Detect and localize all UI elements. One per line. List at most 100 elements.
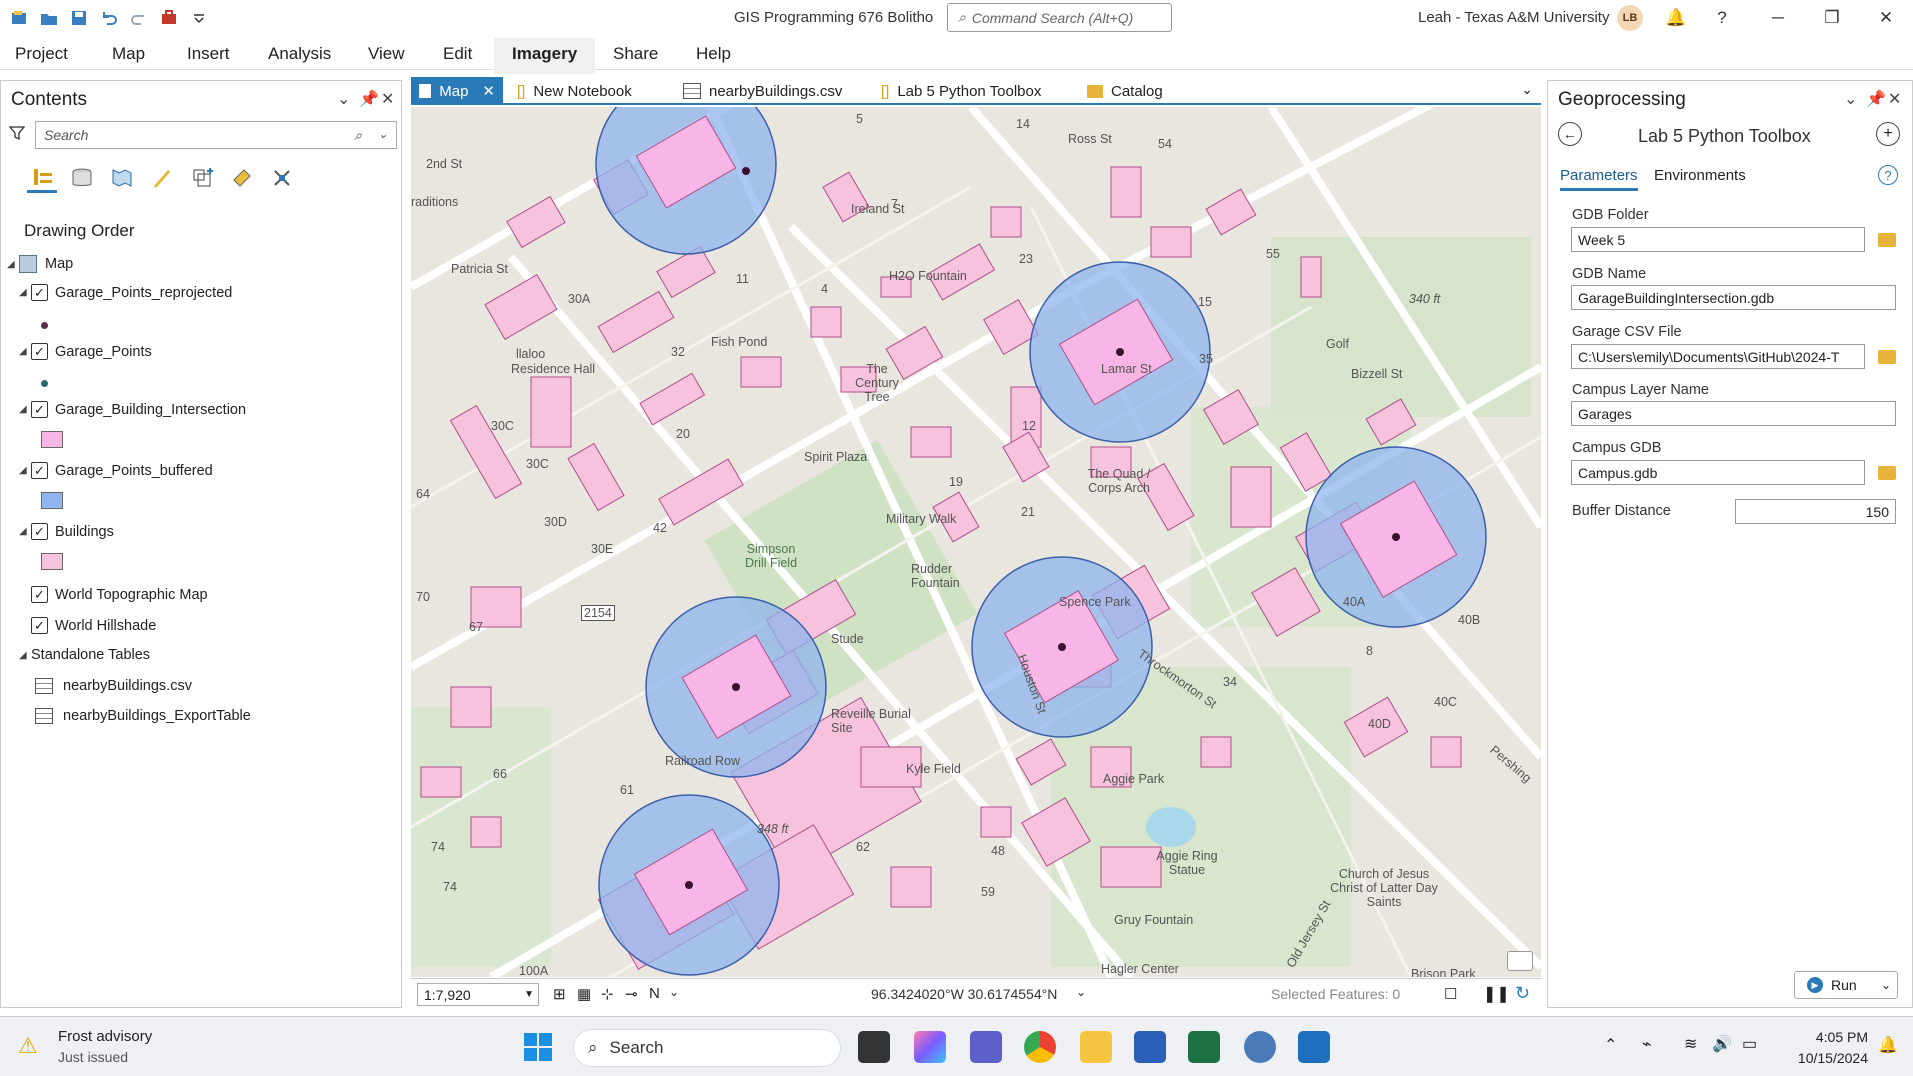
layer-row-world-topographic-map[interactable]: ✓ World Topographic Map bbox=[31, 586, 208, 603]
garage-csv-file-field[interactable]: C:\Users\emily\Documents\GitHub\2024-T bbox=[1571, 344, 1865, 369]
constraints-icon[interactable]: ⊸ bbox=[625, 985, 638, 1003]
menu-share[interactable]: Share bbox=[613, 44, 658, 64]
layer-visibility-checkbox[interactable]: ✓ bbox=[31, 343, 48, 360]
pane-options-icon[interactable]: ⌄ bbox=[1844, 89, 1857, 109]
layer-visibility-checkbox[interactable]: ✓ bbox=[31, 401, 48, 418]
pin-icon[interactable]: 📌 bbox=[359, 89, 379, 109]
arcgis-pro-icon[interactable] bbox=[1298, 1031, 1330, 1063]
undo-icon[interactable] bbox=[98, 7, 120, 29]
command-search-input[interactable]: ⌕ Command Search (Alt+Q) bbox=[947, 3, 1172, 32]
help-icon[interactable]: ? bbox=[1708, 4, 1736, 32]
collapse-triangle-icon[interactable]: ◢ bbox=[19, 650, 31, 661]
list-by-drawing-order-icon[interactable] bbox=[27, 163, 57, 193]
menu-help[interactable]: Help bbox=[696, 44, 731, 64]
pin-icon[interactable]: 📌 bbox=[1866, 89, 1886, 109]
layer-visibility-checkbox[interactable]: ✓ bbox=[31, 462, 48, 479]
pause-drawing-icon[interactable]: ❚❚ bbox=[1483, 984, 1510, 1004]
pane-options-icon[interactable]: ⌄ bbox=[337, 89, 350, 109]
close-tab-icon[interactable]: ✕ bbox=[482, 82, 495, 100]
list-by-snapping-icon[interactable] bbox=[187, 163, 217, 193]
redo-icon[interactable] bbox=[128, 7, 150, 29]
layer-row-world-hillshade[interactable]: ✓ World Hillshade bbox=[31, 617, 156, 634]
table-row-nearby-buildings-csv[interactable]: nearbyBuildings.csv bbox=[35, 678, 192, 694]
toolbox-icon[interactable] bbox=[158, 7, 180, 29]
tab-environments[interactable]: Environments bbox=[1654, 167, 1746, 184]
close-pane-icon[interactable]: ✕ bbox=[1888, 89, 1901, 109]
snapping-icon[interactable]: ⊹ bbox=[601, 985, 614, 1003]
folder-icon[interactable] bbox=[1878, 233, 1896, 247]
battery-icon[interactable]: ▭ bbox=[1742, 1034, 1757, 1054]
notifications-icon[interactable]: 🔔 bbox=[1878, 1035, 1898, 1055]
coordinate-format-chevron-icon[interactable]: ⌄ bbox=[1076, 985, 1086, 999]
notification-bell-icon[interactable]: 🔔 bbox=[1662, 4, 1690, 32]
layer-visibility-checkbox[interactable]: ✓ bbox=[31, 586, 48, 603]
back-arrow-icon[interactable]: ← bbox=[1558, 122, 1582, 146]
run-button[interactable]: ▶ Run ⌄ bbox=[1794, 971, 1898, 999]
help-icon[interactable]: ? bbox=[1878, 165, 1898, 185]
menu-map[interactable]: Map bbox=[112, 44, 145, 64]
map-overview-icon[interactable] bbox=[1507, 951, 1533, 971]
task-view-icon[interactable] bbox=[858, 1031, 890, 1063]
layer-row-garage-building-intersection[interactable]: ◢ ✓ Garage_Building_Intersection bbox=[19, 401, 246, 418]
gdb-name-field[interactable]: GarageBuildingIntersection.gdb bbox=[1571, 285, 1896, 310]
gdb-folder-field[interactable]: Week 5 bbox=[1571, 227, 1865, 252]
chevron-down-icon[interactable]: ⌄ bbox=[669, 985, 679, 999]
refresh-icon[interactable]: ↻ bbox=[1515, 983, 1530, 1004]
collapse-triangle-icon[interactable]: ◢ bbox=[19, 404, 31, 415]
layer-row-garage-points-buffered[interactable]: ◢ ✓ Garage_Points_buffered bbox=[19, 462, 213, 479]
list-by-editing-icon[interactable] bbox=[147, 163, 177, 193]
collapse-triangle-icon[interactable]: ◢ bbox=[7, 259, 19, 270]
list-by-perspective-icon[interactable] bbox=[267, 163, 297, 193]
tab-lab5-toolbox[interactable]: [] Lab 5 Python Toolbox bbox=[873, 77, 1049, 105]
menu-imagery[interactable]: Imagery bbox=[494, 38, 596, 74]
chevron-up-icon[interactable]: ⌃ bbox=[1604, 1035, 1617, 1055]
weather-warning-icon[interactable]: ⚠ bbox=[18, 1033, 38, 1059]
list-by-labeling-icon[interactable] bbox=[227, 163, 257, 193]
tab-new-notebook[interactable]: [] New Notebook bbox=[509, 77, 640, 105]
table-row-nearby-buildings-export[interactable]: nearbyBuildings_ExportTable bbox=[35, 708, 251, 724]
campus-layer-name-field[interactable]: Garages bbox=[1571, 401, 1896, 426]
layer-visibility-checkbox[interactable]: ✓ bbox=[31, 617, 48, 634]
new-project-icon[interactable] bbox=[8, 7, 30, 29]
save-project-icon[interactable] bbox=[68, 7, 90, 29]
campus-gdb-field[interactable]: Campus.gdb bbox=[1571, 460, 1865, 485]
wifi-icon[interactable]: ≋ bbox=[1684, 1034, 1697, 1054]
word-icon[interactable] bbox=[1134, 1031, 1166, 1063]
minimize-icon[interactable]: ─ bbox=[1764, 4, 1792, 32]
layer-row-buildings[interactable]: ◢ ✓ Buildings bbox=[19, 523, 114, 540]
chevron-down-icon[interactable]: ⌄ bbox=[1881, 978, 1891, 992]
folder-icon[interactable] bbox=[1878, 350, 1896, 364]
buffer-distance-field[interactable]: 150 bbox=[1735, 499, 1896, 524]
network-icon[interactable]: ⌁ bbox=[1642, 1034, 1652, 1054]
menu-analysis[interactable]: Analysis bbox=[268, 44, 331, 64]
clock-time[interactable]: 4:05 PM bbox=[1788, 1029, 1868, 1045]
taskbar-search[interactable]: ⌕ Search bbox=[573, 1029, 841, 1067]
user-name[interactable]: Leah - Texas A&M University bbox=[1418, 9, 1609, 26]
layer-visibility-checkbox[interactable]: ✓ bbox=[31, 523, 48, 540]
collapse-triangle-icon[interactable]: ◢ bbox=[19, 346, 31, 357]
avatar[interactable]: LB bbox=[1617, 5, 1643, 31]
collapse-triangle-icon[interactable]: ◢ bbox=[19, 526, 31, 537]
restore-icon[interactable]: ❐ bbox=[1818, 4, 1846, 32]
close-pane-icon[interactable]: ✕ bbox=[381, 89, 394, 109]
list-by-source-icon[interactable] bbox=[67, 163, 97, 193]
clock-date[interactable]: 10/15/2024 bbox=[1778, 1050, 1868, 1066]
excel-icon[interactable] bbox=[1188, 1031, 1220, 1063]
customize-toolbar-icon[interactable] bbox=[188, 7, 210, 29]
tab-catalog[interactable]: Catalog bbox=[1079, 77, 1171, 105]
tab-parameters[interactable]: Parameters bbox=[1560, 167, 1638, 191]
clear-selection-icon[interactable]: ☐ bbox=[1444, 985, 1457, 1003]
windows-start-icon[interactable] bbox=[524, 1033, 552, 1061]
layer-row-garage-points-reprojected[interactable]: ◢ ✓ Garage_Points_reprojected bbox=[19, 284, 232, 301]
menu-edit[interactable]: Edit bbox=[443, 44, 472, 64]
folder-icon[interactable] bbox=[1878, 466, 1896, 480]
map-canvas[interactable]: 5 14 54 Ross St raditions 2nd St 7 Irela… bbox=[411, 107, 1541, 977]
open-project-icon[interactable] bbox=[38, 7, 60, 29]
weather-title[interactable]: Frost advisory bbox=[58, 1028, 152, 1045]
tab-map[interactable]: Map ✕ bbox=[411, 77, 503, 105]
chrome-icon[interactable] bbox=[1024, 1031, 1056, 1063]
scale-select[interactable]: 1:7,920 ▼ bbox=[417, 983, 539, 1006]
layer-row-garage-points[interactable]: ◢ ✓ Garage_Points bbox=[19, 343, 152, 360]
menu-project[interactable]: Project bbox=[15, 44, 68, 64]
map-node[interactable]: ◢ Map bbox=[7, 255, 73, 273]
